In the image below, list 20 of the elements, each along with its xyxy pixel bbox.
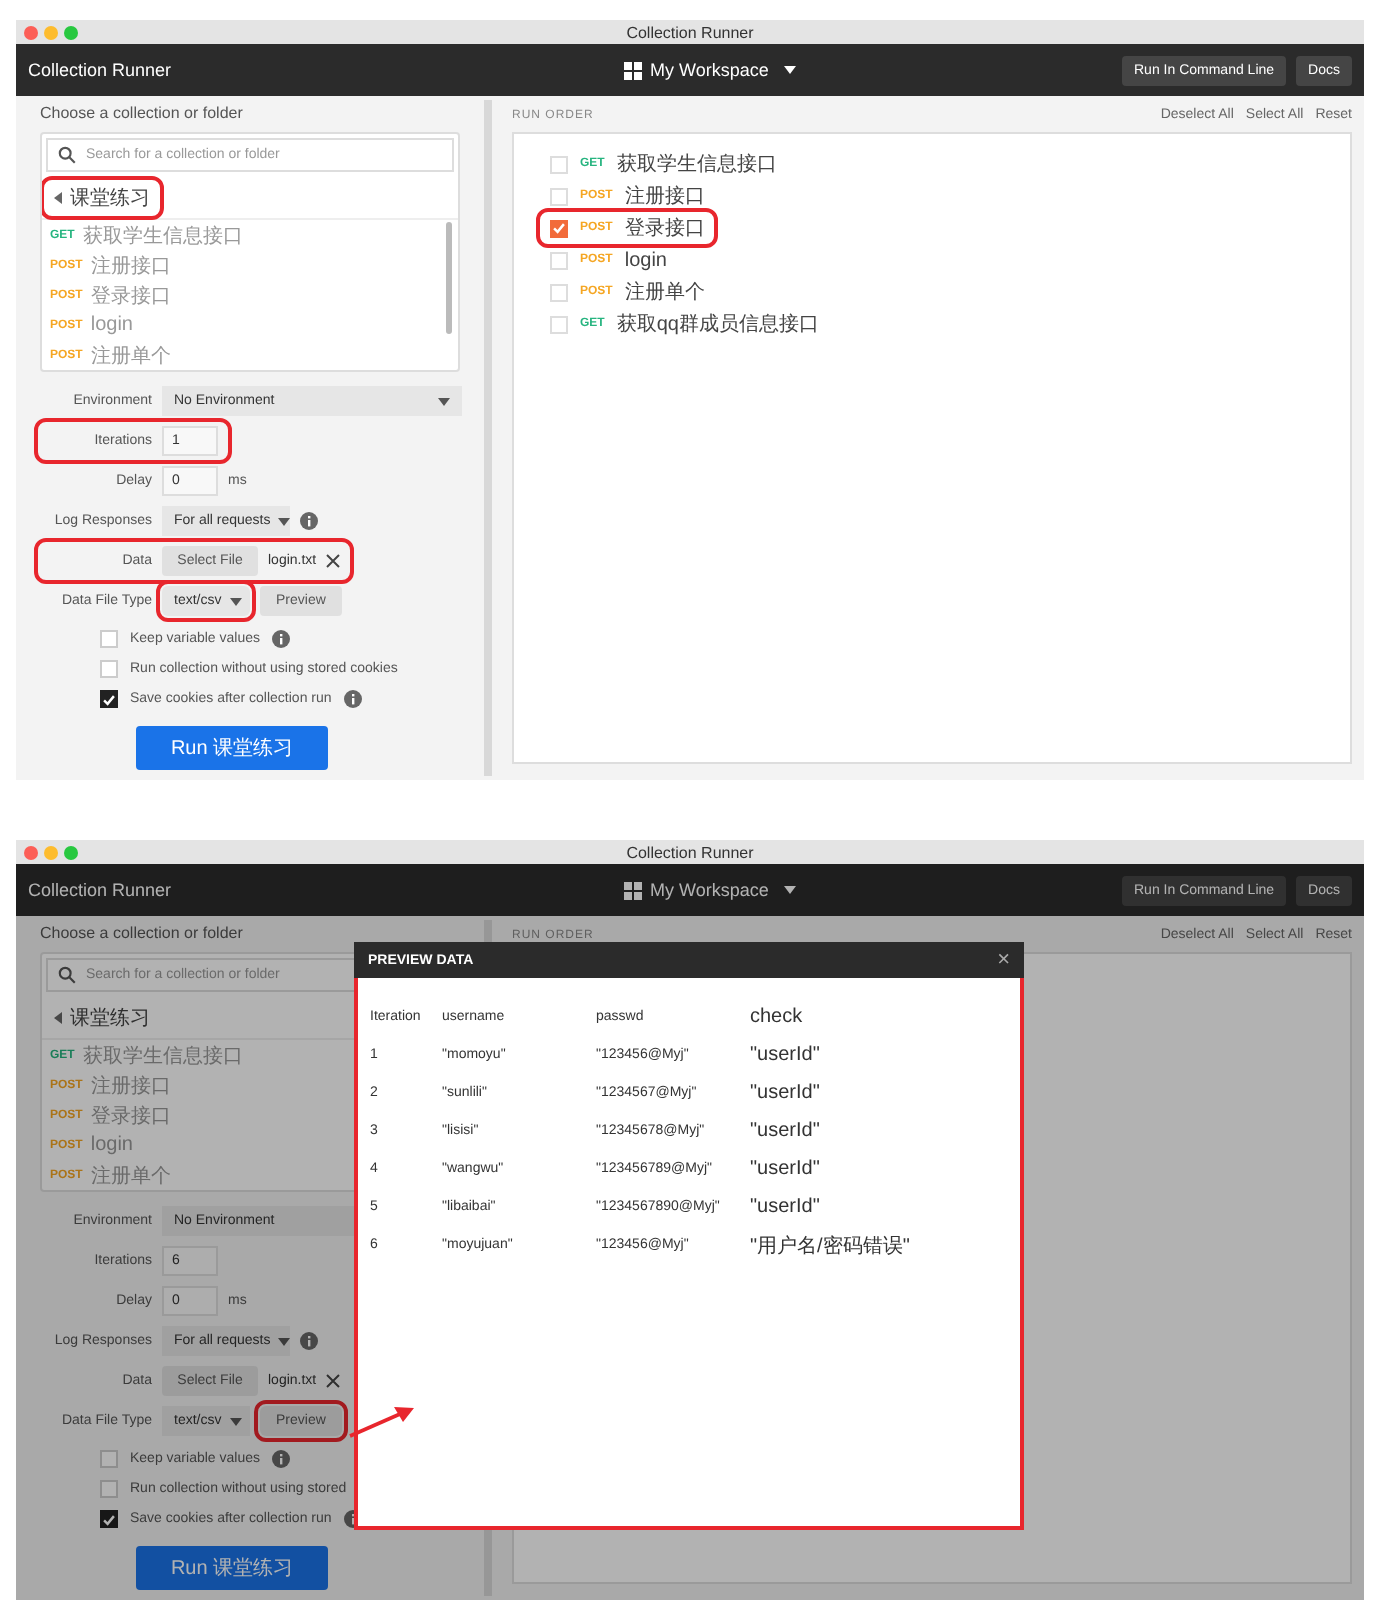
workspace-menu[interactable]: My Workspace [620,876,801,904]
app-title: Collection Runner [28,880,172,900]
folder-back-item[interactable]: 课堂练习 [46,182,158,214]
table-cell: "userId" [750,1196,820,1218]
run-button[interactable]: Run 课堂练习 [136,726,328,770]
run-button[interactable]: Run 课堂练习 [136,1546,328,1590]
section-label: Choose a collection or folder [40,104,245,122]
table-cell: "userId" [750,1082,820,1104]
section-label: Choose a collection or folder [40,924,245,942]
column-header: check [750,1006,803,1028]
window-title: Collection Runner [624,843,756,861]
folder-back-item[interactable]: 课堂练习 [46,1002,158,1034]
table-cell: "用户名/密码错误" [750,1235,910,1257]
close-button[interactable]: × [997,948,1010,972]
table-cell: "userId" [750,1158,820,1180]
window-title: Collection Runner [624,23,756,41]
workspace-menu[interactable]: My Workspace [620,56,801,84]
table-cell: "userId" [750,1044,820,1066]
table-cell: "userId" [750,1120,820,1142]
app-title: Collection Runner [28,60,172,80]
